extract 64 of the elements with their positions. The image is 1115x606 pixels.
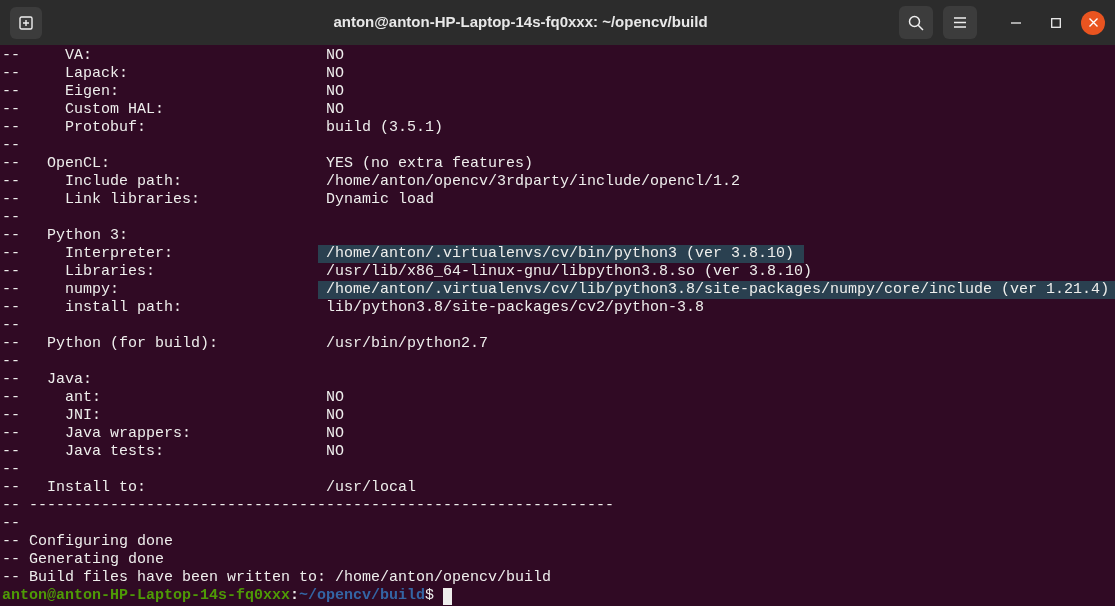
output-label: -- OpenCL: xyxy=(2,155,112,173)
output-value: NO xyxy=(326,101,344,119)
text-cursor xyxy=(443,587,453,605)
output-value: /usr/lib/x86_64-linux-gnu/libpython3.8.so (ver 3.8.10) xyxy=(326,263,813,281)
output-label: -- Custom HAL: xyxy=(2,101,166,119)
output-value: lib/python3.8/site-packages/cv2/python-3.8 xyxy=(326,299,705,317)
output-value: /usr/bin/python2.7 xyxy=(326,335,489,353)
new-tab-button[interactable] xyxy=(10,6,42,39)
output-value: NO xyxy=(326,65,344,83)
output-label: -- Python 3: xyxy=(2,227,129,245)
output-label: -- Java: xyxy=(2,371,92,389)
output-label: -- Interpreter: xyxy=(2,245,175,263)
output-value: /home/anton/.virtualenvs/cv/lib/python3.8/site-packages/numpy/core/include (ver 1.21.4) xyxy=(318,281,1115,299)
output-value: NO xyxy=(326,407,344,425)
output-label: -- Libraries: xyxy=(2,263,157,281)
output-label: -- Eigen: xyxy=(2,83,121,101)
output-label: -- Install to: xyxy=(2,479,148,497)
output-label: -- ----------------------------------------------------------------- xyxy=(2,497,615,515)
output-label: -- Configuring done xyxy=(2,533,174,551)
output-label: -- Link libraries: xyxy=(2,191,202,209)
menu-button[interactable] xyxy=(943,6,977,39)
output-label: -- Lapack: xyxy=(2,65,130,83)
output-label: -- Build files have been written to: /home/anton/opencv/build xyxy=(2,569,552,587)
output-value: /home/anton/opencv/3rdparty/include/opencl/1.2 xyxy=(326,173,741,191)
output-value: build (3.5.1) xyxy=(326,119,444,137)
output-label: -- VA: xyxy=(2,47,93,65)
search-button[interactable] xyxy=(899,6,933,39)
menu-icon xyxy=(954,17,966,28)
output-value: YES (no extra features) xyxy=(326,155,534,173)
output-label: -- xyxy=(2,209,20,227)
prompt-path: ~/opencv/build xyxy=(299,587,426,605)
output-label: -- xyxy=(2,353,20,371)
output-label: -- Include path: xyxy=(2,173,184,191)
prompt-separator: : xyxy=(290,587,300,605)
output-value: NO xyxy=(326,443,344,461)
output-label: -- xyxy=(2,515,20,533)
output-value: NO xyxy=(326,83,344,101)
output-label: -- xyxy=(2,317,20,335)
output-label: -- Python (for build): xyxy=(2,335,220,353)
output-label: -- xyxy=(2,137,20,155)
prompt-symbol: $ xyxy=(425,587,435,605)
output-label: -- ant: xyxy=(2,389,103,407)
output-value: /usr/local xyxy=(326,479,416,497)
minimize-icon xyxy=(1011,21,1021,24)
output-label: -- Java tests: xyxy=(2,443,166,461)
close-icon xyxy=(1088,18,1098,27)
output-value: Dynamic load xyxy=(326,191,435,209)
search-icon xyxy=(908,14,924,31)
output-label: -- Java wrappers: xyxy=(2,425,193,443)
output-value: /home/anton/.virtualenvs/cv/bin/python3 (ver 3.8.10) xyxy=(318,245,805,263)
output-label: -- xyxy=(2,461,20,479)
output-label: -- JNI: xyxy=(2,407,103,425)
output-value: NO xyxy=(326,389,344,407)
maximize-icon xyxy=(1051,17,1061,28)
output-label: -- Generating done xyxy=(2,551,165,569)
new-tab-icon xyxy=(19,15,33,30)
output-value: NO xyxy=(326,425,344,443)
output-label: -- Protobuf: xyxy=(2,119,148,137)
window-title: anton@anton-HP-Laptop-14s-fq0xxx: ~/opencv/build xyxy=(333,12,708,33)
prompt-user-host: anton@anton-HP-Laptop-14s-fq0xxx xyxy=(2,587,291,605)
output-value: NO xyxy=(326,47,344,65)
output-label: -- install path: xyxy=(2,299,184,317)
output-label: -- numpy: xyxy=(2,281,121,299)
close-button[interactable] xyxy=(1081,10,1105,35)
